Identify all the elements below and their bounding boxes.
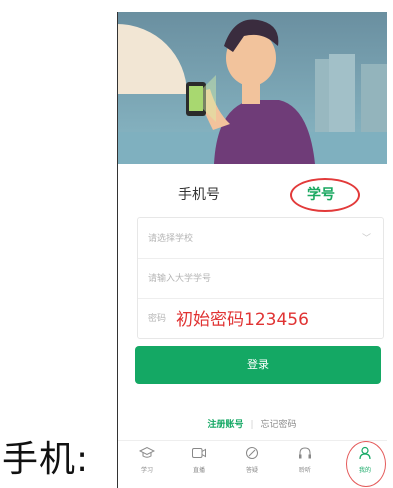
password-hint-annotation: 初始密码123456 <box>176 310 309 330</box>
tabbar-label: 学习 <box>140 467 153 474</box>
account-links: 注册账号 | 忘记密码 <box>117 417 387 433</box>
forgot-password-link[interactable]: 忘记密码 <box>261 420 297 430</box>
login-button[interactable]: 登录 <box>135 346 381 384</box>
student-id-input[interactable]: 请输入大学学号 <box>138 258 383 299</box>
headphones-icon <box>299 447 311 459</box>
divider: | <box>250 420 254 430</box>
tabbar-label: 聆听 <box>298 467 311 474</box>
student-id-placeholder: 请输入大学学号 <box>148 274 212 284</box>
tabbar-label: 答疑 <box>245 467 258 474</box>
school-select[interactable]: 请选择学校 ﹀ <box>138 218 383 259</box>
tab-phone[interactable]: 手机号 <box>178 184 220 204</box>
caption-label: 手机: <box>2 439 90 480</box>
tabbar-item-listen[interactable]: 聆听 <box>285 445 325 474</box>
phone-screen: 手机号 学号 请选择学校 ﹀ 请输入大学学号 密码 初始密码123456 登录 … <box>117 12 387 488</box>
screenshot-border <box>117 12 118 488</box>
password-input[interactable]: 密码 初始密码123456 <box>138 298 383 338</box>
register-link[interactable]: 注册账号 <box>207 420 243 430</box>
login-tabs: 手机号 学号 <box>117 164 387 224</box>
tabbar-item-live[interactable]: 直播 <box>179 445 219 474</box>
hero-illustration <box>117 12 387 164</box>
school-placeholder: 请选择学校 <box>148 234 194 244</box>
pencil-icon <box>246 447 258 459</box>
bottom-tabbar: 学习 直播 答疑 聆听 我的 <box>117 440 387 488</box>
tabbar-item-qa[interactable]: 答疑 <box>232 445 272 474</box>
tabbar-item-study[interactable]: 学习 <box>127 445 167 474</box>
tabbar-label: 直播 <box>192 467 205 474</box>
graduation-cap-icon <box>138 446 156 458</box>
annotation-circle <box>346 441 386 487</box>
login-form: 请选择学校 ﹀ 请输入大学学号 密码 初始密码123456 <box>137 217 384 339</box>
chevron-down-icon: ﹀ <box>361 234 371 244</box>
password-placeholder: 密码 <box>148 314 167 324</box>
annotation-circle <box>290 178 360 212</box>
live-video-icon <box>192 448 206 458</box>
